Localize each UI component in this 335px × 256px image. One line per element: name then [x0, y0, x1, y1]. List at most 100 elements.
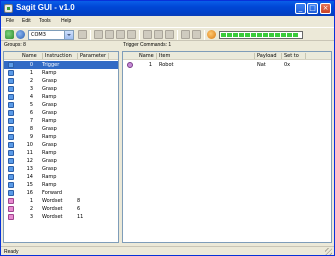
disconnect-icon[interactable] — [16, 30, 25, 39]
row-instruction: Ramp — [42, 134, 57, 140]
instruction-icon — [8, 86, 14, 92]
row-parameter: 8 — [77, 198, 81, 204]
list-item[interactable]: 3 Grasp — [4, 85, 118, 93]
row-number: 10 — [26, 142, 33, 148]
chevron-down-icon[interactable] — [64, 31, 73, 39]
minimize-button[interactable]: _ — [295, 3, 306, 14]
port-select-value: COM3 — [31, 32, 46, 38]
list-item[interactable]: 1 Ramp — [4, 69, 118, 77]
instruction-icon — [8, 102, 14, 108]
column-divider[interactable] — [305, 53, 306, 59]
title-bar[interactable]: Sagit GUI - v1.0 _ □ × — [1, 1, 334, 16]
groups-list-header: Name Instruction Parameter — [4, 52, 118, 60]
row-instruction: Ramp — [42, 94, 57, 100]
list-item[interactable]: 2 Wordset 6 — [4, 205, 118, 213]
menu-tools[interactable]: Tools — [39, 18, 51, 24]
list-item[interactable]: 2 Grasp — [4, 77, 118, 85]
toolbar: COM3 — [1, 27, 334, 41]
resize-grip[interactable] — [325, 248, 332, 255]
list-item[interactable]: 15 Ramp — [4, 181, 118, 189]
header-name[interactable]: Name — [22, 53, 37, 59]
header-set-to[interactable]: Set to — [284, 53, 299, 59]
paste-icon[interactable] — [127, 30, 136, 39]
row-number: 3 — [29, 86, 33, 92]
progress-bar — [219, 31, 303, 39]
copy-icon[interactable] — [116, 30, 125, 39]
record-icon[interactable] — [207, 30, 216, 39]
row-instruction: Wordset — [42, 206, 63, 212]
list-item[interactable]: 1 Wordset 8 — [4, 197, 118, 205]
row-number: 9 — [29, 134, 33, 140]
column-divider[interactable] — [42, 53, 43, 59]
row-number: 5 — [29, 102, 33, 108]
progress-segment — [221, 33, 226, 37]
refresh-icon[interactable] — [192, 30, 201, 39]
list-item[interactable]: 7 Ramp — [4, 117, 118, 125]
column-divider[interactable] — [156, 53, 157, 59]
open-icon[interactable] — [94, 30, 103, 39]
list-item[interactable]: 16 Forward — [4, 189, 118, 197]
list-item[interactable]: 14 Ramp — [4, 173, 118, 181]
row-number: 15 — [26, 182, 33, 188]
column-divider[interactable] — [281, 53, 282, 59]
header-name[interactable]: Name — [139, 53, 154, 59]
row-number: 0 — [29, 62, 33, 68]
instruction-icon — [8, 142, 14, 148]
progress-segment — [257, 33, 262, 37]
list-item[interactable]: 13 Grasp — [4, 165, 118, 173]
row-item: Robot — [159, 62, 174, 68]
header-item[interactable]: Item — [159, 53, 170, 59]
list-item[interactable]: 11 Ramp — [4, 149, 118, 157]
list-item[interactable]: 0 Trigger — [4, 61, 118, 69]
list-item[interactable]: 12 Grasp — [4, 157, 118, 165]
header-instruction[interactable]: Instruction — [45, 53, 72, 59]
row-instruction: Grasp — [42, 78, 57, 84]
close-button[interactable]: × — [320, 3, 331, 14]
row-instruction: Forward — [42, 190, 63, 196]
menu-file[interactable]: File — [6, 18, 14, 24]
menu-help[interactable]: Help — [61, 18, 71, 24]
progress-segment — [245, 33, 250, 37]
groups-list[interactable]: Name Instruction Parameter 0 Trigger 1 Ramp… — [3, 51, 119, 243]
right-panel-label: Trigger Commands: 1 — [123, 42, 172, 48]
list-item[interactable]: 5 Grasp — [4, 101, 118, 109]
down-icon[interactable] — [154, 30, 163, 39]
list-item[interactable]: 9 Ramp — [4, 133, 118, 141]
row-number: 3 — [29, 214, 33, 220]
row-number: 1 — [148, 62, 152, 68]
row-number: 1 — [29, 198, 33, 204]
row-instruction: Grasp — [42, 142, 57, 148]
row-parameter: 11 — [77, 214, 84, 220]
column-divider[interactable] — [77, 53, 78, 59]
list-item[interactable]: 8 Grasp — [4, 125, 118, 133]
trigger-commands-list[interactable]: Name Item Payload Set to 1 Robot Nat 0x — [122, 51, 332, 243]
delete-icon[interactable] — [165, 30, 174, 39]
progress-segment — [251, 33, 256, 37]
row-instruction: Grasp — [42, 110, 57, 116]
column-divider[interactable] — [254, 53, 255, 59]
connect-icon[interactable] — [5, 30, 14, 39]
header-parameter[interactable]: Parameter — [80, 53, 106, 59]
row-parameter: 6 — [77, 206, 81, 212]
list-item[interactable]: 3 Wordset 11 — [4, 213, 118, 221]
column-divider[interactable] — [108, 53, 109, 59]
list-item[interactable]: 1 Robot Nat 0x — [123, 61, 331, 69]
save-icon[interactable] — [105, 30, 114, 39]
edit-icon[interactable] — [181, 30, 190, 39]
status-bar: Ready — [1, 246, 334, 255]
up-icon[interactable] — [143, 30, 152, 39]
row-number: 6 — [29, 110, 33, 116]
menu-edit[interactable]: Edit — [22, 18, 31, 24]
row-instruction: Grasp — [42, 158, 57, 164]
row-instruction: Wordset — [42, 214, 63, 220]
toolbar-separator — [90, 30, 91, 40]
maximize-button[interactable]: □ — [307, 3, 318, 14]
settings-icon[interactable] — [78, 30, 87, 39]
list-item[interactable]: 10 Grasp — [4, 141, 118, 149]
header-payload[interactable]: Payload — [257, 53, 277, 59]
port-select[interactable]: COM3 — [28, 30, 74, 40]
progress-segment — [227, 33, 232, 37]
toolbar-separator — [204, 30, 205, 40]
list-item[interactable]: 4 Ramp — [4, 93, 118, 101]
list-item[interactable]: 6 Grasp — [4, 109, 118, 117]
